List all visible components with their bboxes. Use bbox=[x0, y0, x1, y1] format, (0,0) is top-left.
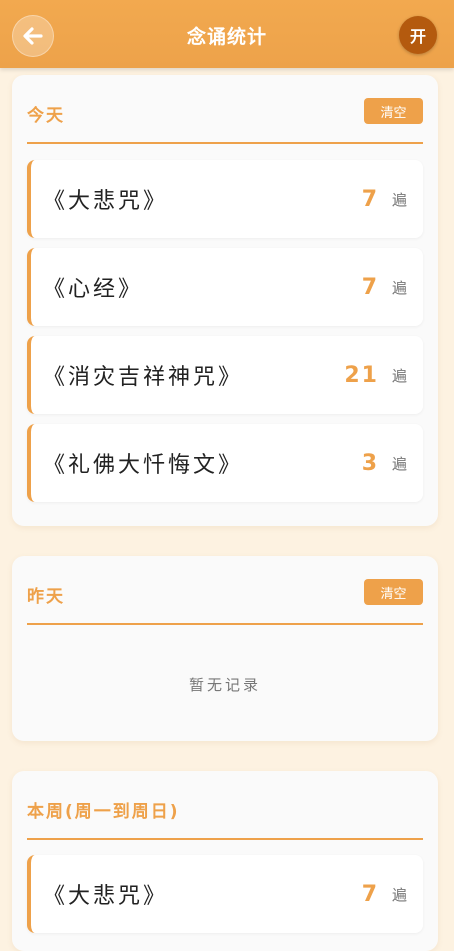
page-title: 念诵统计 bbox=[186, 26, 267, 48]
item-count: 3 bbox=[361, 450, 379, 476]
today-title: 今天 bbox=[27, 106, 65, 126]
today-card: 今天 清空 《大悲咒》 7 遍 《心经》 7 遍 《消灾吉祥神咒》 21 遍 《… bbox=[12, 75, 438, 526]
item-name: 《大悲咒》 bbox=[43, 189, 169, 214]
week-title: 本周(周一到周日) bbox=[27, 802, 180, 822]
yesterday-title: 昨天 bbox=[27, 587, 65, 607]
item-unit: 遍 bbox=[391, 366, 407, 385]
list-item[interactable]: 《礼佛大忏悔文》 3 遍 bbox=[27, 424, 423, 502]
week-divider bbox=[27, 838, 423, 840]
week-card: 本周(周一到周日) 《大悲咒》 7 遍 bbox=[12, 771, 438, 951]
item-unit: 遍 bbox=[391, 885, 407, 904]
yesterday-card: 昨天 清空 暂无记录 bbox=[12, 556, 438, 741]
item-count: 7 bbox=[361, 186, 379, 212]
item-count: 7 bbox=[361, 274, 379, 300]
top-bar: 念诵统计 开 bbox=[0, 0, 454, 68]
item-unit: 遍 bbox=[391, 278, 407, 297]
today-clear-button[interactable]: 清空 bbox=[364, 98, 423, 124]
list-item[interactable]: 《大悲咒》 7 遍 bbox=[27, 160, 423, 238]
item-name: 《礼佛大忏悔文》 bbox=[43, 453, 244, 478]
yesterday-clear-button[interactable]: 清空 bbox=[364, 579, 423, 605]
item-count: 21 bbox=[344, 362, 379, 388]
item-count: 7 bbox=[361, 881, 379, 907]
list-item[interactable]: 《消灾吉祥神咒》 21 遍 bbox=[27, 336, 423, 414]
list-item[interactable]: 《心经》 7 遍 bbox=[27, 248, 423, 326]
item-unit: 遍 bbox=[391, 190, 407, 209]
item-name: 《心经》 bbox=[43, 277, 144, 302]
item-name: 《大悲咒》 bbox=[43, 884, 169, 909]
empty-state-text: 暂无记录 bbox=[188, 676, 261, 694]
yesterday-divider bbox=[27, 623, 423, 625]
today-divider bbox=[27, 142, 423, 144]
item-unit: 遍 bbox=[391, 454, 407, 473]
list-item[interactable]: 《大悲咒》 7 遍 bbox=[27, 855, 423, 933]
item-name: 《消灾吉祥神咒》 bbox=[43, 365, 244, 390]
open-button[interactable]: 开 bbox=[399, 16, 437, 54]
